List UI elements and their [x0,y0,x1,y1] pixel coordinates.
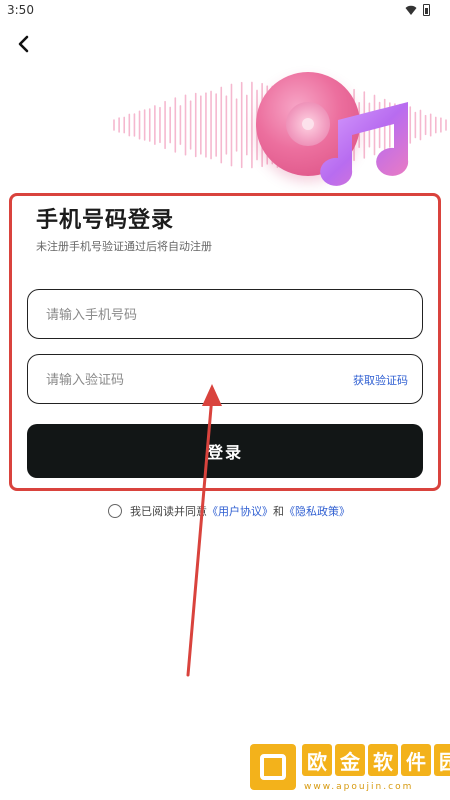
battery-icon [423,4,430,16]
status-time: 3:50 [7,3,34,17]
login-screen: 3:50 手机号码登录 未注册手机号验证通过后将自动注册 请输入手机号码 请输入… [0,0,450,800]
watermark-char: 金 [335,744,365,776]
chevron-left-icon [18,35,29,53]
agreement-and: 和 [273,505,284,518]
hero-illustration [0,60,450,190]
music-note-icon [320,102,409,186]
watermark-url: www.apoujin.com [304,782,414,792]
status-icons [405,4,430,16]
wifi-icon [405,5,417,15]
code-field[interactable]: 获取验证码 [27,354,423,405]
status-bar: 3:50 [0,0,450,22]
login-button[interactable]: 登录 [27,424,423,478]
watermark-char: 软 [368,744,398,776]
code-input[interactable] [44,355,348,405]
agree-checkbox[interactable] [108,504,122,518]
subtitle: 未注册手机号验证通过后将自动注册 [36,240,212,253]
agreement-row: 我已阅读并同意 《用户协议》 和 《隐私政策》 [108,503,350,519]
watermark-char: 园 [434,744,450,776]
watermark-char: 件 [401,744,431,776]
back-button[interactable] [12,32,36,56]
get-code-button[interactable]: 获取验证码 [353,372,408,388]
watermark-logo-icon [250,744,296,790]
user-agreement-link[interactable]: 《用户协议》 [207,503,273,519]
privacy-policy-link[interactable]: 《隐私政策》 [284,503,350,519]
phone-field[interactable] [27,289,423,340]
watermark: 欧 金 软 件 园 www.apoujin.com [250,744,450,800]
agreement-prefix: 我已阅读并同意 [130,505,207,518]
phone-input[interactable] [44,290,348,340]
watermark-char: 欧 [302,744,332,776]
page-title: 手机号码登录 [36,208,175,233]
watermark-title: 欧 金 软 件 园 [302,744,450,776]
